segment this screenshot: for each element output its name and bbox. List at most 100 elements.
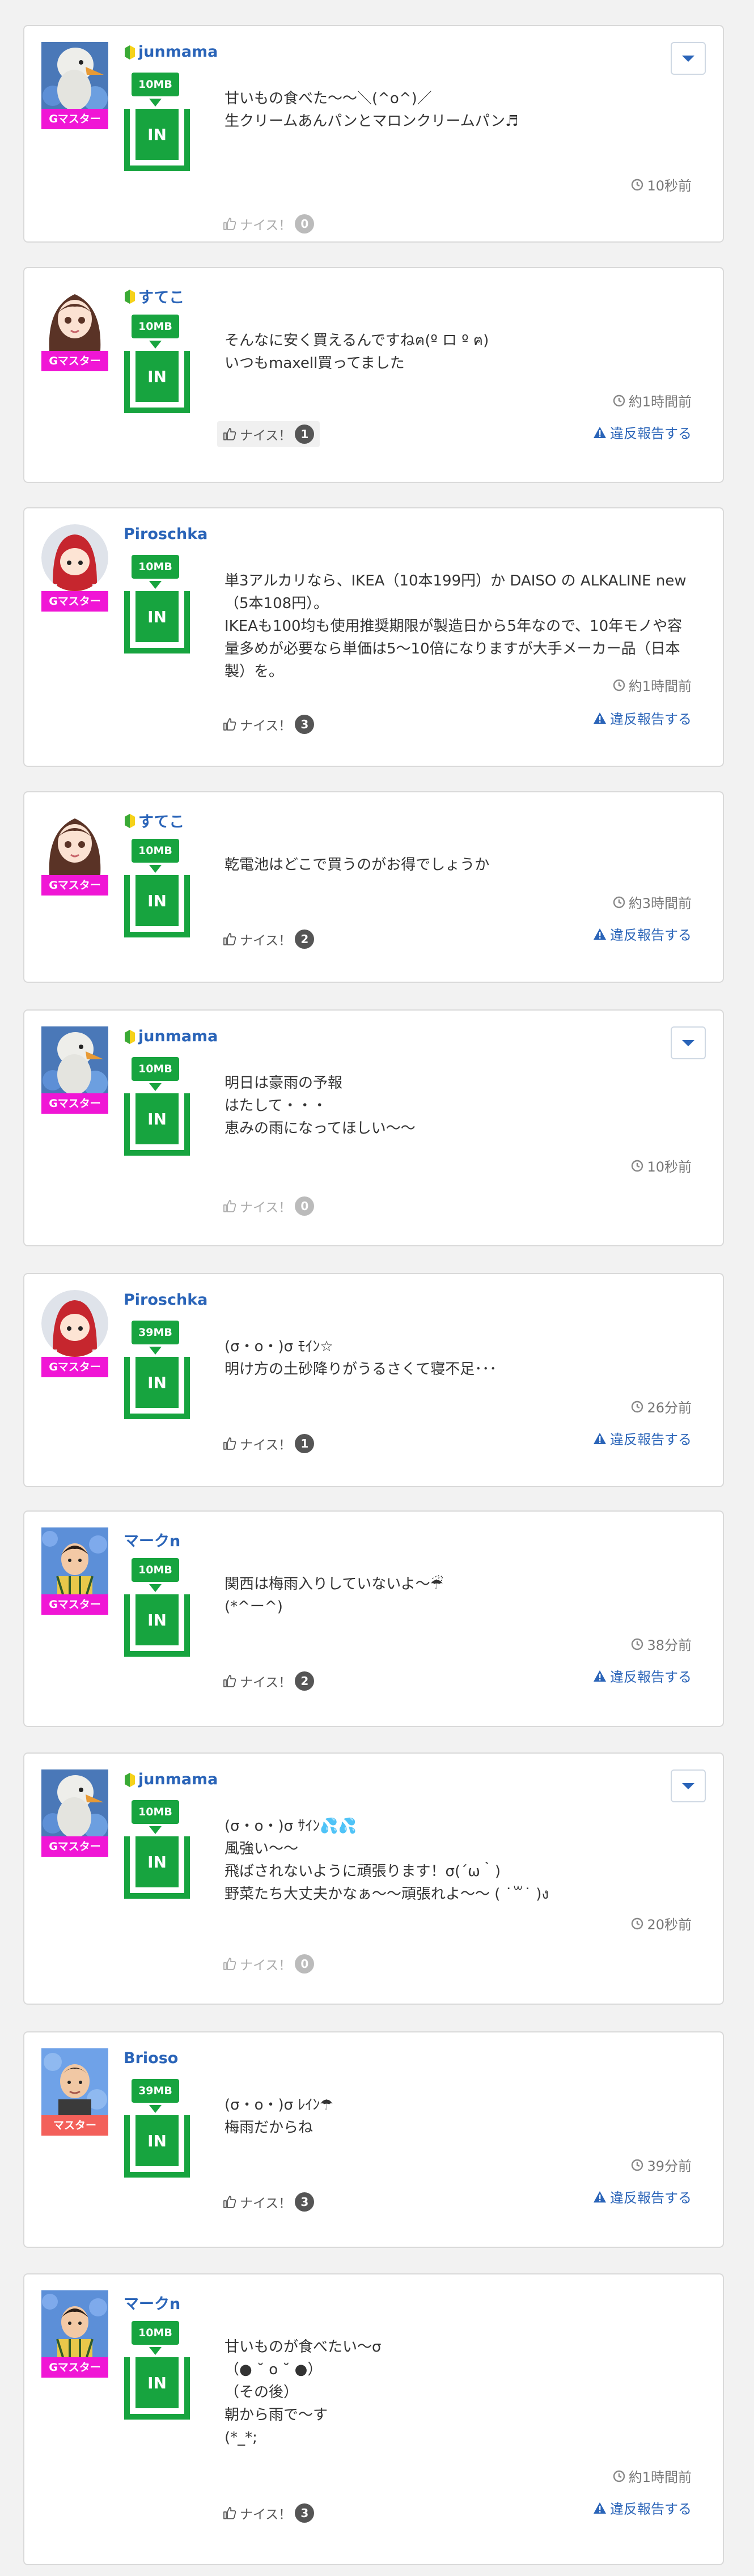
username-link[interactable]: Brioso (124, 2049, 178, 2067)
avatar[interactable] (41, 1769, 108, 1836)
timestamp: 38分前 (631, 1634, 692, 1654)
avatar[interactable] (41, 524, 108, 591)
username-link[interactable]: すてこ (124, 809, 184, 831)
timestamp-text: 約1時間前 (628, 394, 692, 410)
timestamp: 約1時間前 (613, 675, 692, 695)
nice-label: ナイス！ (240, 2507, 292, 2522)
post-message: 乾電池はどこで買うのがお得でしょうか (224, 854, 694, 876)
post-card: Gマスター マークn 10MB IN 関西は梅雨入りしていないよ〜☔ (*^ー^) 38分前… (23, 1510, 724, 1727)
down-arrow-icon (149, 1584, 162, 1592)
post-card: Gマスター Piroschka 39MB IN (σ・o・)σ ﾓｲﾝ☆ 明け方の土砂降り… (23, 1273, 724, 1487)
username-link[interactable]: すてこ (124, 285, 184, 307)
post-message: 単3アルカリなら、IKEA（10本199円）か DAISO の ALKALINE… (224, 570, 694, 683)
nice-button[interactable]: ナイス！ 0 (217, 1951, 320, 1977)
storage-badge: 39MB (132, 1321, 179, 1344)
username-link[interactable]: junmama (124, 1028, 218, 1045)
thumbs-up-icon (223, 2506, 236, 2520)
in-label: IN (135, 1594, 179, 1645)
timestamp-text: 10秒前 (647, 178, 692, 194)
nice-label: ナイス！ (240, 428, 292, 443)
down-arrow-icon (149, 99, 162, 107)
message-line: (*^ー^) (224, 1598, 283, 1615)
nice-button[interactable]: ナイス！ 3 (217, 2500, 320, 2526)
post-menu-dropdown[interactable] (671, 42, 706, 75)
avatar[interactable] (41, 284, 108, 351)
clock-icon (631, 1160, 643, 1172)
report-label: 違反報告する (610, 711, 692, 727)
report-link[interactable]: 違反報告する (593, 422, 692, 442)
username-link[interactable]: マークn (124, 2291, 180, 2314)
nice-label: ナイス！ (240, 1438, 292, 1453)
post-menu-dropdown[interactable] (671, 1769, 706, 1802)
nice-button[interactable]: ナイス！ 3 (217, 2189, 320, 2215)
username-link[interactable]: Piroschka (124, 1291, 207, 1309)
post-message: (σ・o・)σ ｻｲﾝ💦💦 風強い〜〜 飛ばされないように頑張ります！σ(´ω｀) 野… (224, 1815, 694, 1906)
warning-icon (593, 2191, 607, 2203)
clock-icon (613, 2470, 625, 2482)
post-menu-dropdown[interactable] (671, 1026, 706, 1059)
nice-button[interactable]: ナイス！ 2 (217, 926, 320, 952)
username-link[interactable]: Piroschka (124, 525, 207, 543)
in-label: IN (135, 875, 179, 926)
post-message: 甘いものが食べたい〜σ （● ˘ o ˘ ●） （その後） 朝から雨で〜す (*_*; (224, 2336, 694, 2449)
avatar[interactable] (41, 1527, 108, 1594)
report-link[interactable]: 違反報告する (593, 2187, 692, 2206)
avatar[interactable] (41, 2290, 108, 2357)
nice-button[interactable]: ナイス！ 3 (217, 711, 320, 737)
username-link[interactable]: マークn (124, 1529, 180, 1551)
nice-button[interactable]: ナイス！ 1 (217, 421, 320, 447)
clock-icon (613, 679, 625, 691)
nice-button[interactable]: ナイス！ 2 (217, 1668, 320, 1694)
nice-count: 1 (295, 1434, 315, 1453)
timestamp: 26分前 (631, 1397, 692, 1416)
nice-label: ナイス！ (240, 1675, 292, 1690)
thumbs-up-icon (223, 427, 236, 441)
nice-count: 0 (295, 214, 315, 234)
username-link[interactable]: junmama (124, 1771, 218, 1788)
report-link[interactable]: 違反報告する (593, 708, 692, 728)
nice-count: 3 (295, 2192, 315, 2212)
report-link[interactable]: 違反報告する (593, 1666, 692, 1686)
avatar[interactable] (41, 808, 108, 875)
nice-count: 2 (295, 1671, 315, 1691)
timestamp-text: 39分前 (647, 2158, 692, 2174)
username-label: junmama (138, 43, 218, 61)
report-label: 違反報告する (610, 1432, 692, 1448)
message-line: 乾電池はどこで買うのがお得でしょうか (224, 856, 490, 873)
username-label: junmama (138, 1771, 218, 1788)
in-box: IN (124, 2357, 190, 2420)
clock-icon (613, 896, 625, 909)
timestamp: 約1時間前 (613, 391, 692, 410)
report-link[interactable]: 違反報告する (593, 1428, 692, 1448)
nice-button[interactable]: ナイス！ 1 (217, 1431, 320, 1457)
down-arrow-icon (149, 581, 162, 589)
message-line: (σ・o・)σ ｻｲﾝ💦💦 (224, 1818, 357, 1835)
username-link[interactable]: junmama (124, 43, 218, 61)
rank-badge: Gマスター (41, 1357, 108, 1377)
avatar[interactable] (41, 2048, 108, 2115)
username-label: マークn (124, 2295, 181, 2313)
avatar[interactable] (41, 1290, 108, 1357)
post-card: Gマスター マークn 10MB IN 甘いものが食べたい〜σ （● ˘ o ˘ ●） （その… (23, 2273, 724, 2565)
message-line: 明け方の土砂降りがうるさくて寝不足･･･ (224, 1361, 497, 1378)
storage-badge: 10MB (132, 839, 179, 863)
nice-button[interactable]: ナイス！ 0 (217, 211, 320, 237)
post-message: (σ・o・)σ ﾚｲﾝ☂ 梅雨だからね (224, 2094, 694, 2139)
message-line: 風強い〜〜 (224, 1840, 299, 1857)
rank-badge: Gマスター (41, 875, 108, 896)
thumbs-up-icon (223, 718, 236, 731)
report-link[interactable]: 違反報告する (593, 924, 692, 944)
nice-button[interactable]: ナイス！ 0 (217, 1193, 320, 1219)
avatar[interactable] (41, 1026, 108, 1093)
timestamp-text: 約3時間前 (628, 896, 692, 911)
in-box: IN (124, 1357, 190, 1419)
report-label: 違反報告する (610, 2190, 692, 2206)
username-label: junmama (138, 1028, 218, 1045)
avatar[interactable] (41, 42, 108, 109)
message-line: （● ˘ o ˘ ●） (224, 2361, 323, 2378)
in-box: IN (124, 1093, 190, 1156)
nice-count: 0 (295, 1196, 315, 1216)
username-label: Brioso (124, 2049, 179, 2067)
message-line: 甘いもの食べた〜〜＼(^o^)／ (224, 90, 432, 107)
report-link[interactable]: 違反報告する (593, 2498, 692, 2518)
